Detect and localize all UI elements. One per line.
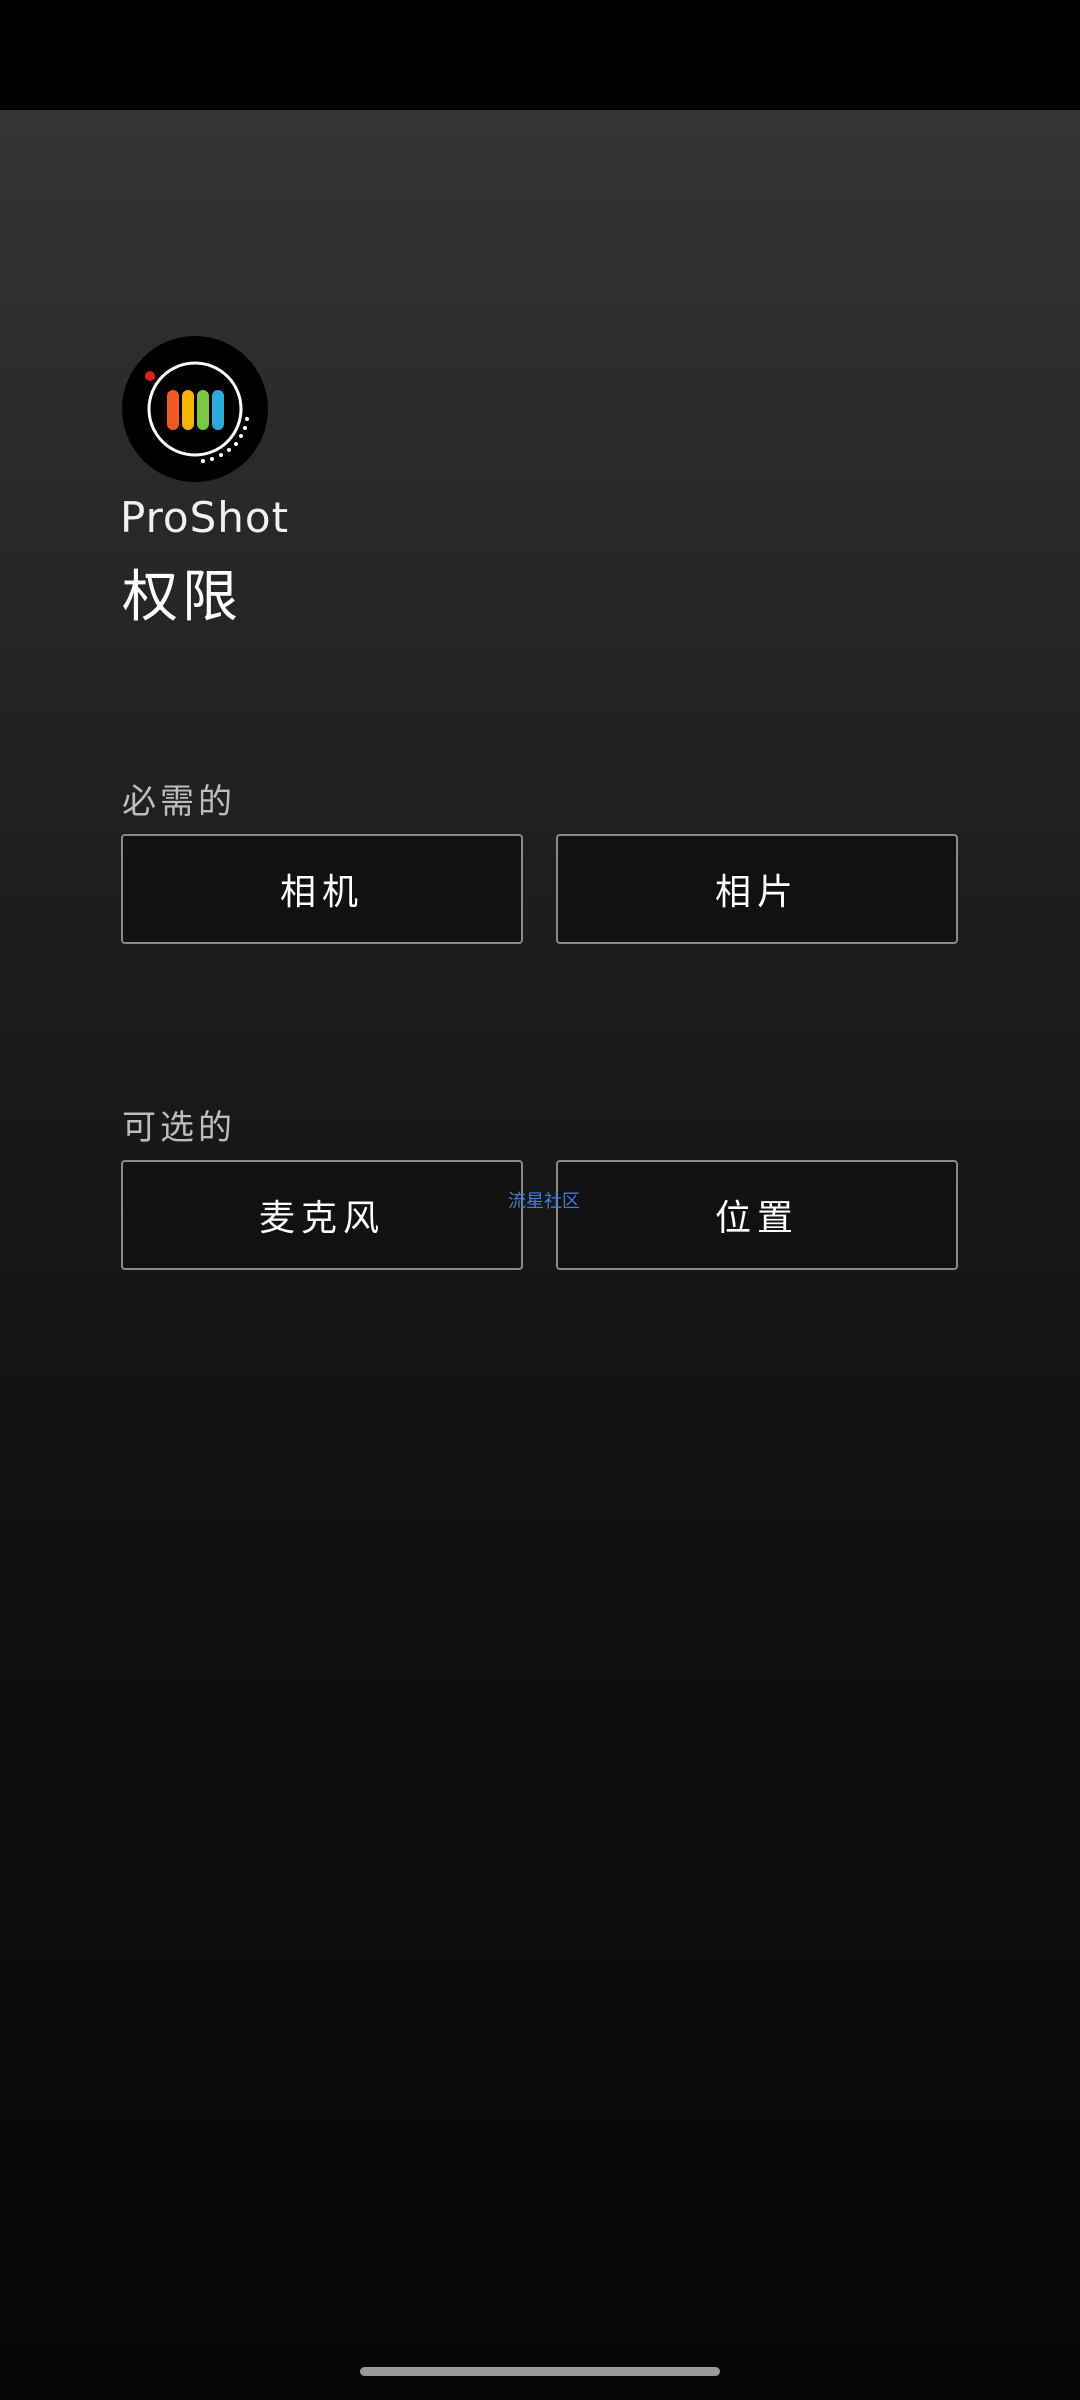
app-name: ProShot <box>120 493 290 542</box>
camera-permission-button[interactable]: 相机 <box>121 834 523 944</box>
proshot-logo-icon <box>122 336 268 482</box>
section-label-required: 必需的 <box>122 782 236 822</box>
status-bar <box>0 0 1080 110</box>
home-indicator[interactable] <box>360 2367 720 2376</box>
watermark-text: 流星社区 <box>508 1191 580 1212</box>
location-permission-button[interactable]: 位置 <box>556 1160 958 1270</box>
microphone-permission-button[interactable]: 麦克风 <box>121 1160 523 1270</box>
section-label-optional: 可选的 <box>122 1108 236 1148</box>
page-title: 权限 <box>122 565 242 630</box>
photos-permission-button[interactable]: 相片 <box>556 834 958 944</box>
